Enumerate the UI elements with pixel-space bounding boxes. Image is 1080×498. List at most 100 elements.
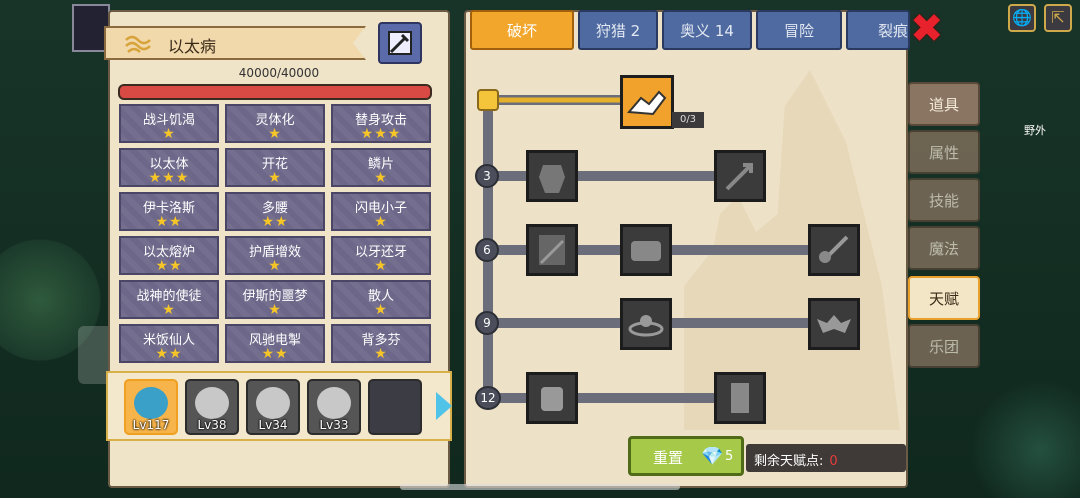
- talent-points: 剩余天赋点: 0: [746, 444, 906, 472]
- talent-node-sword[interactable]: [808, 224, 860, 276]
- star-icons: ★: [162, 302, 176, 318]
- star-icons: ★: [374, 214, 388, 230]
- talent-node-shockwave[interactable]: [620, 298, 672, 350]
- trait-cell[interactable]: 护盾增效 ★: [225, 236, 325, 275]
- exit-icon[interactable]: ⇱: [1044, 4, 1072, 32]
- level-marker: 9: [475, 311, 499, 335]
- trait-cell[interactable]: 背多芬 ★: [331, 324, 431, 363]
- trait-cell[interactable]: 散人 ★: [331, 280, 431, 319]
- hp-bar: [118, 84, 432, 100]
- ether-icon: [124, 32, 152, 56]
- trait-cell[interactable]: 闪电小子 ★: [331, 192, 431, 231]
- trait-cell[interactable]: 战斗饥渴 ★: [119, 104, 219, 143]
- syringe-button[interactable]: [378, 22, 422, 64]
- talent-node-punch[interactable]: [620, 224, 672, 276]
- slot-level: Lv117: [132, 418, 170, 432]
- trait-cell[interactable]: 灵体化 ★: [225, 104, 325, 143]
- star-icons: ★: [374, 302, 388, 318]
- tab-hunt[interactable]: 狩猎 2: [578, 10, 658, 50]
- talent-node-muscle[interactable]: [526, 150, 578, 202]
- star-icons: ★: [268, 258, 282, 274]
- team-slot[interactable]: [368, 379, 422, 435]
- side-tab-band[interactable]: 乐团: [908, 324, 980, 368]
- trait-cell[interactable]: 米饭仙人 ★★: [119, 324, 219, 363]
- level-marker: 6: [475, 238, 499, 262]
- title-banner: 以太病: [104, 26, 366, 60]
- node-progress: 0/3: [672, 112, 704, 128]
- star-icons: ★: [374, 170, 388, 186]
- reset-button[interactable]: 重置 💎 5: [628, 436, 744, 476]
- level-marker: 3: [475, 164, 499, 188]
- talent-node-gauntlet[interactable]: [714, 372, 766, 424]
- trait-cell[interactable]: 伊卡洛斯 ★★: [119, 192, 219, 231]
- star-icons: ★: [162, 126, 176, 142]
- star-icons: ★★: [261, 214, 289, 230]
- team-slot[interactable]: Lv117: [124, 379, 178, 435]
- team-slot[interactable]: Lv33: [307, 379, 361, 435]
- star-icons: ★★: [155, 258, 183, 274]
- talent-node-arrow[interactable]: [714, 150, 766, 202]
- fist-icon: [541, 387, 563, 411]
- talent-node-slash[interactable]: [526, 224, 578, 276]
- home-indicator: [400, 484, 680, 490]
- trait-cell[interactable]: 战神的使徒 ★: [119, 280, 219, 319]
- syringe-icon: [388, 31, 412, 55]
- arrow-icon: [725, 163, 753, 191]
- star-icons: ★★: [155, 214, 183, 230]
- trait-cell[interactable]: 鳞片 ★: [331, 148, 431, 187]
- team-bar: Lv117 Lv38 Lv34 Lv33: [106, 371, 452, 441]
- hp-text: 40000/40000: [238, 66, 320, 80]
- star-icons: ★: [268, 170, 282, 186]
- reset-label: 重置: [653, 449, 684, 467]
- talent-node-handshake[interactable]: [620, 75, 674, 129]
- character-portrait: [256, 387, 290, 419]
- points-label: 剩余天赋点:: [754, 454, 824, 469]
- muscle-icon: [539, 165, 565, 193]
- team-slot[interactable]: Lv38: [185, 379, 239, 435]
- sword-splash-icon: [819, 235, 849, 263]
- prev-arrow[interactable]: [78, 326, 108, 384]
- gem-icon: 💎: [701, 446, 724, 467]
- team-slot[interactable]: Lv34: [246, 379, 300, 435]
- character-title: 以太病: [168, 37, 217, 56]
- trait-cell[interactable]: 伊斯的噩梦 ★: [225, 280, 325, 319]
- star-icons: ★: [374, 258, 388, 274]
- close-icon[interactable]: ✖: [910, 9, 944, 49]
- slot-level: Lv38: [197, 418, 227, 432]
- trait-cell[interactable]: 替身攻击 ★★★: [331, 104, 431, 143]
- side-tab-talent[interactable]: 天赋: [908, 276, 980, 320]
- shockwave-icon: [628, 315, 664, 337]
- side-tab-attributes[interactable]: 属性: [908, 130, 980, 174]
- side-tab-items[interactable]: 道具: [908, 82, 980, 126]
- tab-destroy[interactable]: 破坏: [470, 10, 574, 50]
- tab-secret[interactable]: 奥义 14: [662, 10, 752, 50]
- team-next-arrow[interactable]: [436, 392, 452, 420]
- tree-root-node: [477, 89, 499, 111]
- level-marker: 12: [475, 386, 501, 410]
- talent-node-bat[interactable]: [808, 298, 860, 350]
- tab-adventure[interactable]: 冒险: [756, 10, 842, 50]
- star-icons: ★: [268, 302, 282, 318]
- globe-icon[interactable]: 🌐: [1008, 4, 1036, 32]
- slot-level: Lv33: [319, 418, 349, 432]
- slash-card-icon: [539, 235, 565, 265]
- talent-node-fist[interactable]: [526, 372, 578, 424]
- character-portrait: [134, 387, 168, 419]
- bat-icon: [817, 315, 851, 333]
- handshake-icon: [626, 90, 667, 116]
- slot-level: Lv34: [258, 418, 288, 432]
- trait-cell[interactable]: 以牙还牙 ★: [331, 236, 431, 275]
- star-icons: ★★: [261, 346, 289, 362]
- tab-rift[interactable]: 裂痕: [846, 10, 910, 50]
- star-icons: ★: [374, 346, 388, 362]
- side-tab-skills[interactable]: 技能: [908, 178, 980, 222]
- trait-cell[interactable]: 开花 ★: [225, 148, 325, 187]
- trait-cell[interactable]: 以太熔炉 ★★: [119, 236, 219, 275]
- punch-icon: [631, 241, 661, 261]
- trait-cell[interactable]: 风驰电掣 ★★: [225, 324, 325, 363]
- gauntlet-icon: [731, 383, 749, 413]
- trait-cell[interactable]: 多腰 ★★: [225, 192, 325, 231]
- star-icons: ★★★: [148, 170, 190, 186]
- trait-cell[interactable]: 以太体 ★★★: [119, 148, 219, 187]
- side-tab-magic[interactable]: 魔法: [908, 226, 980, 270]
